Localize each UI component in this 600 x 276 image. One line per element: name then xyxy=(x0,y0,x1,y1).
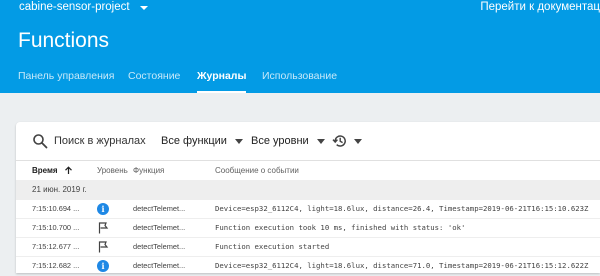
date-group-header: 21 июн. 2019 г. xyxy=(16,180,600,199)
logs-toolbar: Поиск в журналах Все функции Все уровни xyxy=(16,122,600,160)
log-time: 7:15:12.682 ... xyxy=(32,261,80,270)
flag-icon xyxy=(98,222,109,234)
date-group-label: 21 июн. 2019 г. xyxy=(32,185,87,194)
tab-health[interactable]: Состояние xyxy=(128,62,180,93)
search-icon[interactable] xyxy=(32,133,48,149)
logs-card: Поиск в журналах Все функции Все уровни … xyxy=(16,122,600,273)
info-icon: i xyxy=(97,260,109,272)
functions-filter-label: Все функции xyxy=(161,135,227,147)
functions-filter[interactable]: Все функции xyxy=(161,132,243,150)
chevron-down-icon xyxy=(316,138,325,144)
log-row[interactable]: 7:15:12.682 ... i detectTelemet... Devic… xyxy=(16,256,600,276)
levels-filter[interactable]: Все уровни xyxy=(251,132,325,150)
level-column-header: Уровень xyxy=(97,166,128,175)
info-icon: i xyxy=(97,203,109,215)
log-function: detectTelemet... xyxy=(133,204,186,213)
log-row[interactable]: 7:15:10.700 ... detectTelemet... Functio… xyxy=(16,218,600,238)
history-filter[interactable] xyxy=(332,132,362,150)
log-time: 7:15:10.694 ... xyxy=(32,204,80,213)
levels-filter-label: Все уровни xyxy=(251,135,309,147)
log-function: detectTelemet... xyxy=(133,223,186,232)
log-time: 7:15:12.677 ... xyxy=(32,242,80,251)
chevron-down-icon xyxy=(139,5,148,10)
log-row[interactable]: 7:15:10.694 ... i detectTelemet... Devic… xyxy=(16,199,600,219)
chevron-down-icon xyxy=(234,138,243,144)
log-function: detectTelemet... xyxy=(133,242,186,251)
message-column-header: Сообщение о событии xyxy=(215,166,299,175)
tab-logs[interactable]: Журналы xyxy=(197,62,247,93)
log-row[interactable]: 7:15:12.677 ... detectTelemet... Functio… xyxy=(16,237,600,257)
log-message: Device=esp32_6112C4, light=18.6lux, dist… xyxy=(215,204,589,213)
docs-link[interactable]: Перейти к документац xyxy=(480,0,600,15)
app-header: cabine-sensor-project Перейти к документ… xyxy=(0,0,600,93)
page-title: Functions xyxy=(18,29,110,52)
chevron-down-icon xyxy=(354,138,362,144)
log-time: 7:15:10.700 ... xyxy=(32,223,80,232)
log-message: Device=esp32_6112C4, light=18.6lux, dist… xyxy=(215,261,589,270)
arrow-up-icon xyxy=(64,166,72,174)
project-name: cabine-sensor-project xyxy=(19,1,130,13)
search-input[interactable]: Поиск в журналах xyxy=(54,135,146,147)
column-headers: Время Уровень Функция Сообщение о событи… xyxy=(16,160,600,181)
log-message: Function execution took 10 ms, finished … xyxy=(215,223,466,232)
log-message: Function execution started xyxy=(215,242,330,251)
function-column-header: Функция xyxy=(133,166,165,175)
log-function: detectTelemet... xyxy=(133,261,186,270)
project-selector[interactable]: cabine-sensor-project xyxy=(19,0,148,15)
flag-icon xyxy=(98,241,109,253)
tab-dashboard[interactable]: Панель управления xyxy=(18,62,114,93)
tab-usage[interactable]: Использование xyxy=(262,62,337,93)
time-column-header[interactable]: Время xyxy=(32,166,73,175)
history-icon xyxy=(332,135,346,147)
time-column-label: Время xyxy=(32,166,58,175)
